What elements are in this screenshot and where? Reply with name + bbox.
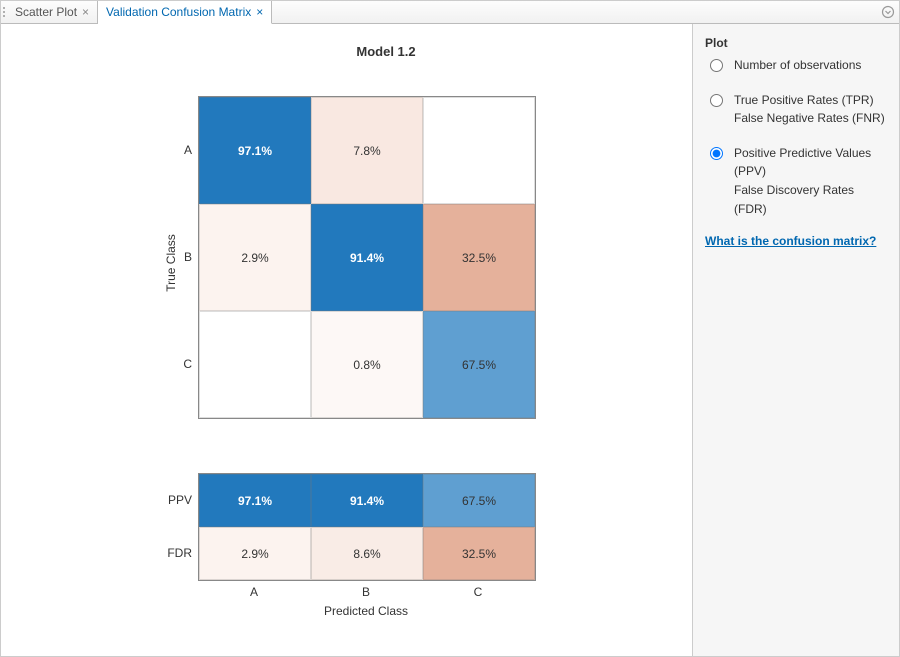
plot-canvas: Model 1.2 True Class A B C 97.1%7.8%2.9%… <box>1 24 693 656</box>
row-label: B <box>170 203 192 310</box>
close-icon[interactable]: × <box>82 6 89 18</box>
matrix-cell: 91.4% <box>311 204 423 311</box>
matrix-cell: 32.5% <box>423 204 535 311</box>
radio-number-of-observations[interactable]: Number of observations <box>705 56 887 75</box>
summary-cell: 2.9% <box>199 527 311 580</box>
tab-scatter-plot[interactable]: Scatter Plot × <box>7 1 98 23</box>
row-label: A <box>170 96 192 203</box>
true-class-labels: A B C <box>170 96 192 417</box>
plot-title: Model 1.2 <box>218 44 554 59</box>
help-link-confusion-matrix[interactable]: What is the confusion matrix? <box>705 234 876 248</box>
app-window: Scatter Plot × Validation Confusion Matr… <box>0 0 900 657</box>
tab-bar: Scatter Plot × Validation Confusion Matr… <box>1 1 899 24</box>
chevron-down-icon <box>881 5 895 19</box>
x-axis-label: Predicted Class <box>198 604 534 618</box>
col-label: C <box>422 585 534 599</box>
matrix-cell: 0.8% <box>311 311 423 418</box>
matrix-cell <box>423 97 535 204</box>
matrix-cell: 2.9% <box>199 204 311 311</box>
predicted-class-labels: A B C <box>198 585 534 599</box>
panel-title: Plot <box>705 36 887 50</box>
radio-label-line: False Negative Rates (FNR) <box>734 109 885 128</box>
summary-cell: 67.5% <box>423 474 535 527</box>
tab-validation-confusion-matrix[interactable]: Validation Confusion Matrix × <box>98 1 272 24</box>
matrix-cell <box>199 311 311 418</box>
summary-matrix: 97.1%91.4%67.5% 2.9%8.6%32.5% <box>198 473 536 581</box>
radio-ppv-fdr[interactable]: Positive Predictive Values (PPV) False D… <box>705 144 887 218</box>
confusion-matrix-area: True Class A B C 97.1%7.8%2.9%91.4%32.5%… <box>198 96 536 419</box>
radio-tpr-fnr[interactable]: True Positive Rates (TPR) False Negative… <box>705 91 887 128</box>
matrix-cell: 67.5% <box>423 311 535 418</box>
row-label: C <box>170 310 192 417</box>
matrix-cell: 97.1% <box>199 97 311 204</box>
matrix-cell: 7.8% <box>311 97 423 204</box>
tab-label: Scatter Plot <box>15 5 77 19</box>
radio-label-line: True Positive Rates (TPR) <box>734 91 885 110</box>
radio-input[interactable] <box>710 147 723 160</box>
summary-cell: 8.6% <box>311 527 423 580</box>
row-label: PPV <box>158 473 192 526</box>
col-label: B <box>310 585 422 599</box>
close-icon[interactable]: × <box>256 6 263 18</box>
col-label: A <box>198 585 310 599</box>
radio-input[interactable] <box>710 59 723 72</box>
radio-label-line: False Discovery Rates (FDR) <box>734 181 887 218</box>
radio-input[interactable] <box>710 94 723 107</box>
plot-options-panel: Plot Number of observations True Positiv… <box>693 24 899 656</box>
radio-label: Number of observations <box>734 56 861 75</box>
summary-cell: 97.1% <box>199 474 311 527</box>
summary-cell: 32.5% <box>423 527 535 580</box>
row-label: FDR <box>158 526 192 579</box>
confusion-matrix: 97.1%7.8%2.9%91.4%32.5%0.8%67.5% <box>198 96 536 419</box>
tabbar-menu-button[interactable] <box>877 1 899 23</box>
tab-label: Validation Confusion Matrix <box>106 5 251 19</box>
summary-row-labels: PPV FDR <box>158 473 192 579</box>
radio-label-line: Positive Predictive Values (PPV) <box>734 144 887 181</box>
summary-cell: 91.4% <box>311 474 423 527</box>
